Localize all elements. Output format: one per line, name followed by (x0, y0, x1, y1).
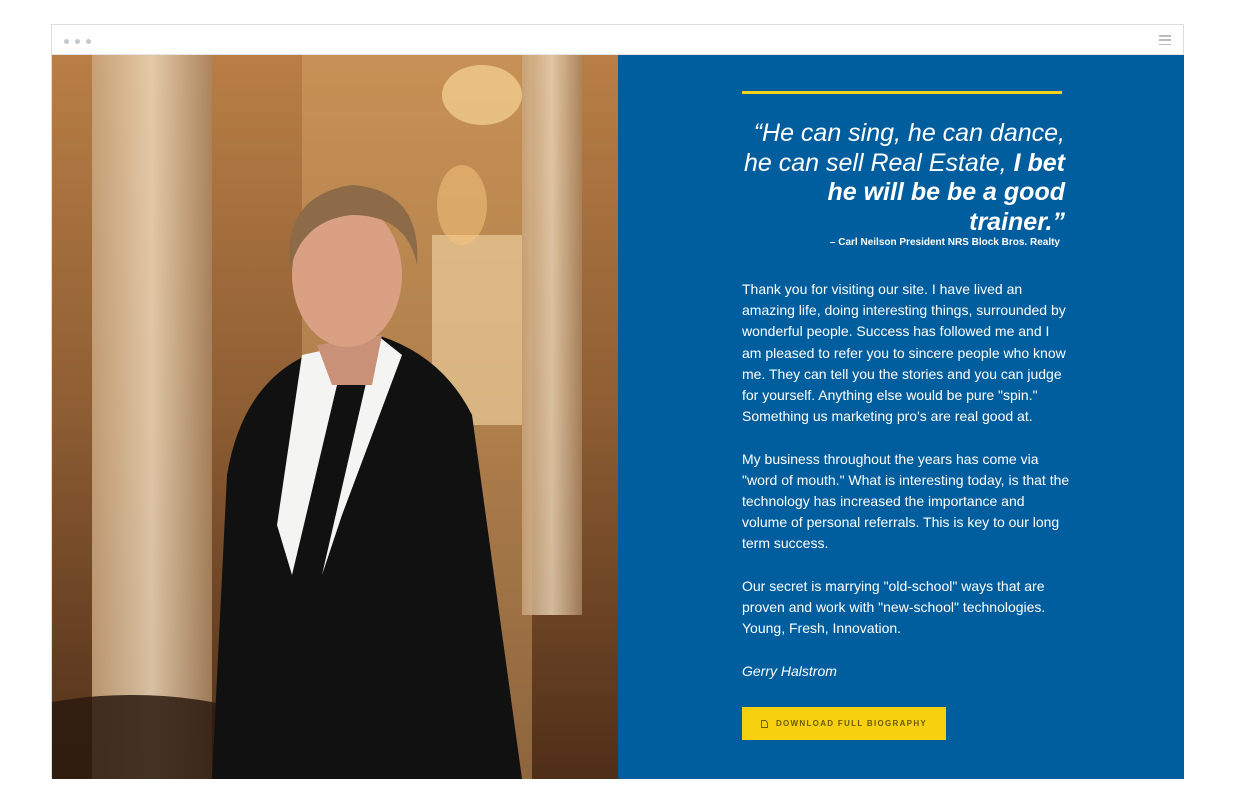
browser-chrome (52, 25, 1183, 55)
browser-window: “He can sing, he can dance, he can sell … (51, 24, 1184, 779)
download-biography-button[interactable]: DOWNLOAD FULL BIOGRAPHY (742, 707, 946, 740)
bio-paragraph: My business throughout the years has com… (742, 450, 1070, 552)
portrait-photo (52, 55, 618, 779)
bio-paragraph: Our secret is marrying "old-school" ways… (742, 577, 1046, 637)
portrait-image (52, 55, 618, 779)
download-button-label: DOWNLOAD FULL BIOGRAPHY (775, 719, 928, 728)
quote-attribution: – Carl Neilson President NRS Block Bros.… (829, 237, 1060, 248)
accent-divider (742, 91, 1062, 94)
bio-paragraph: Thank you for visiting our site. I have … (742, 281, 1066, 425)
bio-panel: “He can sing, he can dance, he can sell … (618, 55, 1184, 779)
window-dot-icon (64, 39, 69, 44)
hamburger-menu-icon[interactable] (1159, 35, 1171, 46)
document-icon (761, 719, 768, 728)
signature: Gerry Halstrom (742, 662, 837, 679)
testimonial-quote: “He can sing, he can dance, he can sell … (742, 119, 1065, 237)
window-dot-icon (75, 39, 80, 44)
window-dot-icon (86, 39, 91, 44)
bio-text: Thank you for visiting our site. I have … (742, 279, 1072, 703)
